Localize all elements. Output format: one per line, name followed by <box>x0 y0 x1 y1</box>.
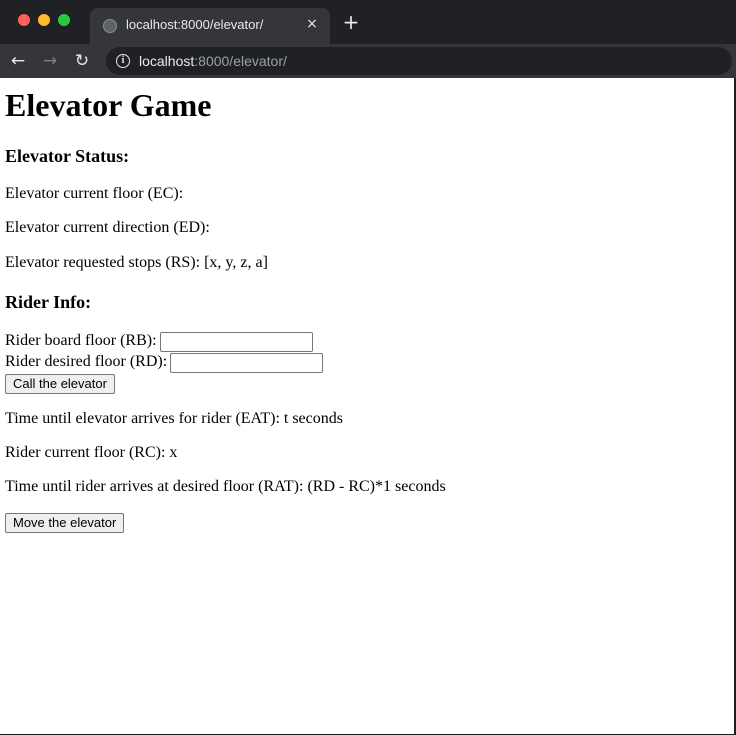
page-viewport: Elevator Game Elevator Status: Elevator … <box>0 78 734 734</box>
reload-icon[interactable]: ↻ <box>71 50 93 72</box>
window-minimize-light[interactable] <box>38 14 50 26</box>
address-bar[interactable]: i localhost:8000/elevator/ <box>106 47 732 75</box>
tab-title: localhost:8000/elevator/ <box>126 17 264 32</box>
rider-board-floor-label: Rider board floor (RB): <box>5 332 157 349</box>
window-zoom-light[interactable] <box>58 14 70 26</box>
elevator-status-heading: Elevator Status: <box>5 146 130 166</box>
elevator-arrival-time-text: Time until elevator arrives for rider (E… <box>5 410 343 427</box>
forward-arrow-icon[interactable]: → <box>39 50 61 72</box>
rider-board-floor-input[interactable] <box>160 332 313 352</box>
back-arrow-icon[interactable]: ← <box>7 50 29 72</box>
call-elevator-button[interactable]: Call the elevator <box>5 374 115 394</box>
move-elevator-button[interactable]: Move the elevator <box>5 513 125 533</box>
browser-tab-active[interactable]: localhost:8000/elevator/ × <box>90 8 330 44</box>
rider-desired-floor-input[interactable] <box>170 353 323 373</box>
url-host: localhost <box>139 53 195 69</box>
rider-arrival-time-text: Time until rider arrives at desired floo… <box>5 478 446 495</box>
browser-toolbar: ← → ↻ i localhost:8000/elevator/ <box>0 44 736 78</box>
rider-info-heading: Rider Info: <box>5 292 92 312</box>
new-tab-plus-icon[interactable]: + <box>342 12 360 32</box>
elevator-current-floor-text: Elevator current floor (EC): <box>5 185 184 202</box>
close-icon[interactable]: × <box>304 16 320 32</box>
address-url[interactable]: localhost:8000/elevator/ <box>139 53 287 69</box>
info-icon[interactable]: i <box>116 54 130 68</box>
rider-current-floor-text: Rider current floor (RC): x <box>5 444 178 461</box>
globe-icon <box>103 19 117 33</box>
elevator-current-direction-text: Elevator current direction (ED): <box>5 219 210 236</box>
elevator-requested-stops-text: Elevator requested stops (RS): [x, y, z,… <box>5 254 268 271</box>
page-title: Elevator Game <box>5 87 212 123</box>
url-path: :8000/elevator/ <box>194 53 287 69</box>
rider-desired-floor-label: Rider desired floor (RD): <box>5 353 168 370</box>
window-close-light[interactable] <box>18 14 30 26</box>
browser-tab-bar: localhost:8000/elevator/ × + <box>0 0 736 44</box>
